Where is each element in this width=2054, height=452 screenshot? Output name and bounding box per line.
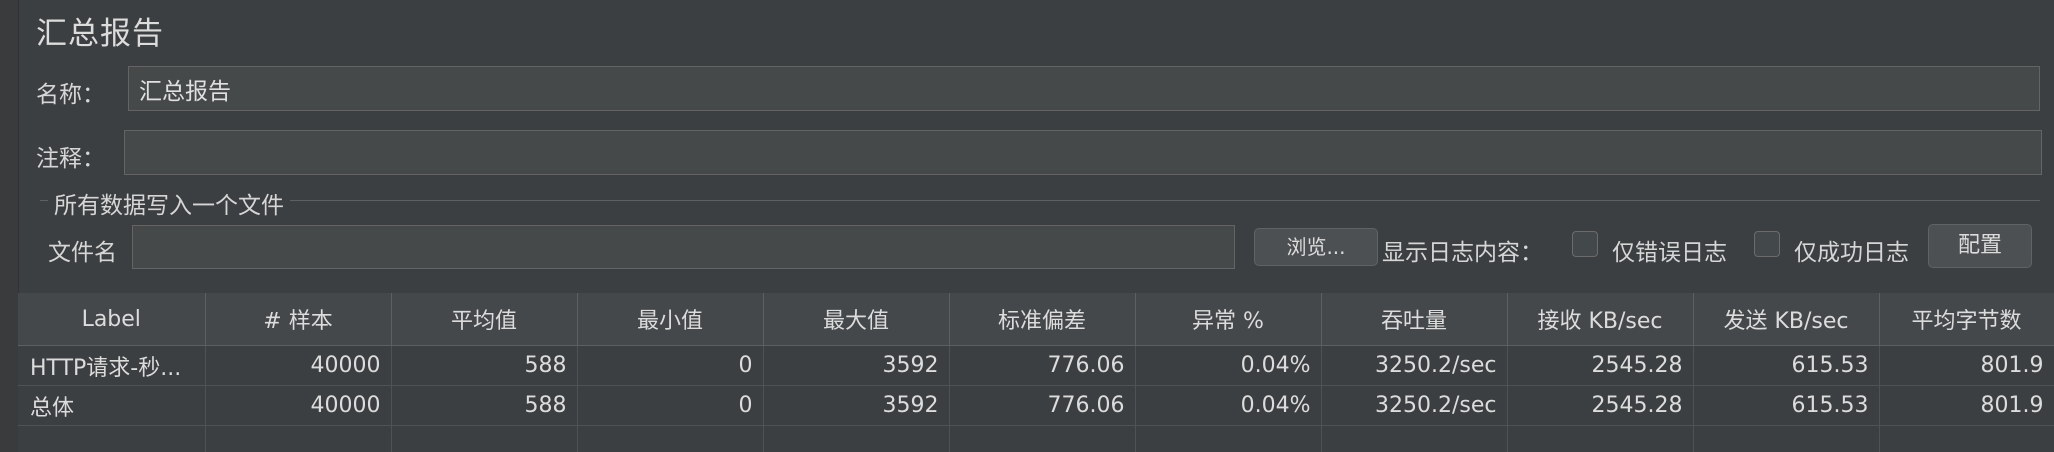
section-title: 所有数据写入一个文件: [48, 186, 290, 220]
column-header[interactable]: 发送 KB/sec: [1693, 293, 1880, 346]
section-divider: [40, 200, 2040, 201]
table-cell: 588: [391, 385, 578, 426]
errors-only-checkbox[interactable]: [1572, 231, 1598, 257]
column-header[interactable]: 接收 KB/sec: [1507, 293, 1694, 346]
panel-title: 汇总报告: [36, 16, 164, 52]
table-cell: 3250.2/sec: [1321, 385, 1508, 426]
table-cell: 3592: [763, 385, 950, 426]
table-cell: 776.06: [949, 345, 1136, 386]
table-cell: 3592: [763, 345, 950, 386]
table-row-empty: [18, 425, 2054, 452]
table-cell: 615.53: [1693, 385, 1880, 426]
errors-only-label: 仅错误日志: [1612, 240, 1727, 266]
summary-report-panel: 汇总报告 名称： 注释： 所有数据写入一个文件 文件名 浏览... 显示日志内容…: [0, 0, 2054, 452]
table-cell: 0: [577, 345, 764, 386]
table-cell: 0.04%: [1135, 345, 1322, 386]
column-header[interactable]: 最大值: [763, 293, 950, 346]
table-cell: 2545.28: [1507, 385, 1694, 426]
table-cell: 615.53: [1693, 345, 1880, 386]
summary-table: Label # 样本 平均值 最小值 最大值 标准偏差 异常 % 吞吐量 接收 …: [18, 293, 2054, 452]
column-header[interactable]: 最小值: [577, 293, 764, 346]
table-header-row: Label # 样本 平均值 最小值 最大值 标准偏差 异常 % 吞吐量 接收 …: [18, 293, 2054, 346]
table-cell: 0: [577, 385, 764, 426]
left-gutter: [0, 0, 19, 452]
filename-label: 文件名: [48, 240, 117, 266]
column-header[interactable]: 标准偏差: [949, 293, 1136, 346]
column-header[interactable]: Label: [18, 293, 206, 346]
table-cell: 40000: [205, 345, 392, 386]
table-row[interactable]: HTTP请求-秒... 40000 588 0 3592 776.06 0.04…: [18, 345, 2054, 386]
table-cell: 801.9: [1879, 385, 2054, 426]
column-header[interactable]: 吞吐量: [1321, 293, 1508, 346]
comment-label: 注释：: [36, 146, 105, 172]
file-section: 所有数据写入一个文件: [40, 186, 2040, 220]
column-header[interactable]: 异常 %: [1135, 293, 1322, 346]
name-input[interactable]: [128, 66, 2040, 111]
table-cell: 801.9: [1879, 345, 2054, 386]
browse-button[interactable]: 浏览...: [1254, 228, 1378, 266]
column-header[interactable]: # 样本: [205, 293, 392, 346]
filename-input[interactable]: [132, 225, 1235, 269]
table-row[interactable]: 总体 40000 588 0 3592 776.06 0.04% 3250.2/…: [18, 385, 2054, 426]
table-cell: HTTP请求-秒...: [18, 345, 206, 386]
name-label: 名称：: [36, 82, 105, 108]
log-content-label: 显示日志内容：: [1382, 240, 1543, 266]
table-cell: 2545.28: [1507, 345, 1694, 386]
column-header[interactable]: 平均值: [391, 293, 578, 346]
configure-button[interactable]: 配置: [1928, 224, 2032, 268]
table-cell: 3250.2/sec: [1321, 345, 1508, 386]
column-header[interactable]: 平均字节数: [1879, 293, 2054, 346]
table-cell: 0.04%: [1135, 385, 1322, 426]
table-cell: 总体: [18, 385, 206, 426]
table-cell: 588: [391, 345, 578, 386]
table-cell: 776.06: [949, 385, 1136, 426]
success-only-label: 仅成功日志: [1794, 240, 1909, 266]
success-only-checkbox[interactable]: [1754, 231, 1780, 257]
table-cell: 40000: [205, 385, 392, 426]
comment-input[interactable]: [124, 130, 2042, 175]
